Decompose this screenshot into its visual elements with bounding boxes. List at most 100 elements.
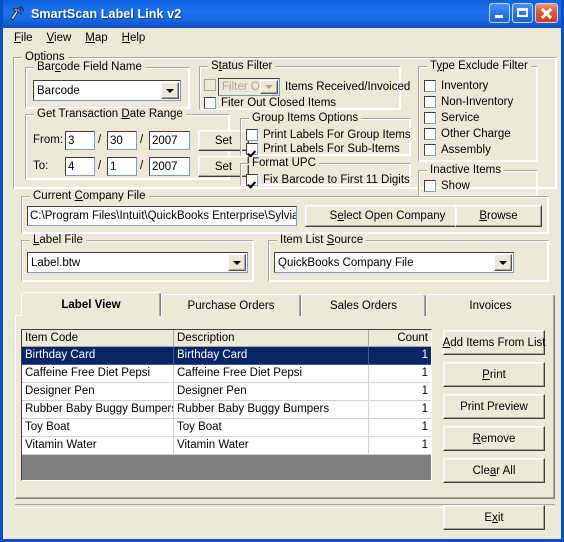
item-list-source-title: Item List Source (277, 234, 367, 246)
print-sub-items-checkbox[interactable]: Print Labels For Sub-Items (246, 143, 400, 155)
print-button[interactable]: Print (443, 362, 545, 387)
table-row[interactable]: Birthday Card Birthday Card 1 (22, 347, 431, 365)
chevron-down-icon[interactable] (161, 82, 179, 99)
grid-header-item-code[interactable]: Item Code (22, 330, 174, 347)
date-from-year[interactable]: 2007 (149, 131, 190, 150)
application-window: SmartScan Label Link v2 File View Map He… (0, 0, 564, 542)
type-exclude-item-assembly[interactable]: Assembly (424, 144, 491, 156)
fix-barcode-label: Fix Barcode to First 11 Digits (263, 174, 410, 186)
maximize-button[interactable] (512, 3, 533, 23)
title-bar: SmartScan Label Link v2 (3, 0, 561, 28)
barcode-field-title: Barcode Field Name (34, 61, 145, 73)
fix-barcode-checkbox[interactable]: Fix Barcode to First 11 Digits (246, 174, 410, 186)
type-exclude-title: Type Exclude Filter (427, 60, 531, 72)
cell-description: Caffeine Free Diet Pepsi (174, 365, 369, 383)
tab-sales-orders[interactable]: Sales Orders (301, 294, 426, 316)
date-from-label: From: (33, 134, 64, 146)
menu-help[interactable]: Help (117, 31, 155, 45)
item-list-source-value: QuickBooks Company File (278, 256, 414, 269)
inactive-show-label: Show (441, 180, 470, 192)
tab-invoices[interactable]: Invoices (426, 294, 555, 316)
filter-closed-items-label: Fiter Out Closed Items (221, 97, 337, 109)
menu-bar: File View Map Help (3, 28, 561, 47)
chevron-down-icon[interactable] (228, 254, 246, 271)
checkbox-box (424, 128, 436, 140)
group-items-title: Group Items Options (249, 112, 362, 124)
cell-description: Vitamin Water (174, 437, 369, 455)
cell-description: Toy Boat (174, 419, 369, 437)
scanner-icon (7, 4, 27, 24)
clear-all-button[interactable]: Cle a r All (443, 458, 545, 483)
menu-map[interactable]: Map (80, 31, 116, 45)
date-to-sep1: / (98, 160, 102, 172)
minimize-button[interactable] (489, 3, 510, 23)
grid-header-description[interactable]: Description (174, 330, 369, 347)
type-exclude-item-non-inventory[interactable]: Non-Inventory (424, 96, 513, 108)
date-from-day[interactable]: 30 (107, 131, 137, 150)
date-from-month[interactable]: 3 (65, 131, 95, 150)
date-to-sep2: / (140, 160, 144, 172)
cell-item-code: Rubber Baby Buggy Bumpers (22, 401, 174, 419)
barcode-field-combo[interactable]: Barcode (33, 80, 181, 101)
cell-count: 1 (369, 347, 431, 365)
date-to-day[interactable]: 1 (107, 157, 137, 176)
table-row[interactable]: Vitamin Water Vitamin Water 1 (22, 437, 431, 455)
remove-button[interactable]: Remove (443, 426, 545, 451)
format-upc-title: Format UPC (249, 157, 319, 169)
cell-count: 1 (369, 365, 431, 383)
window-controls (489, 3, 558, 23)
print-sub-items-label: Print Labels For Sub-Items (263, 143, 400, 155)
cell-count: 1 (369, 401, 431, 419)
inactive-show-checkbox[interactable]: Show (424, 180, 470, 192)
type-exclude-item-inventory[interactable]: Inventory (424, 80, 488, 92)
checkbox-box (204, 79, 216, 91)
type-exclude-item-other-charge[interactable]: Other Charge (424, 128, 511, 140)
status-filter-title: Status Filter (208, 60, 276, 72)
tab-label-view[interactable]: Label View (21, 292, 161, 316)
table-row[interactable]: Rubber Baby Buggy Bumpers Rubber Baby Bu… (22, 401, 431, 419)
add-items-from-list-button[interactable]: Add Items From List (443, 330, 545, 355)
table-row[interactable]: Designer Pen Designer Pen 1 (22, 383, 431, 401)
window-title: SmartScan Label Link v2 (31, 7, 182, 21)
table-row[interactable]: Caffeine Free Diet Pepsi Caffeine Free D… (22, 365, 431, 383)
menu-file[interactable]: File (9, 31, 42, 45)
close-button[interactable] (535, 3, 558, 23)
date-to-label: To: (33, 160, 49, 172)
cell-item-code: Toy Boat (22, 419, 174, 437)
type-exclude-label: Service (441, 112, 480, 124)
cell-item-code: Caffeine Free Diet Pepsi (22, 365, 174, 383)
date-to-year[interactable]: 2007 (149, 157, 190, 176)
exit-button[interactable]: Ex it (443, 505, 545, 530)
grid-header-count[interactable]: Count (369, 330, 431, 347)
print-preview-button[interactable]: Print Preview (443, 394, 545, 419)
cell-item-code: Designer Pen (22, 383, 174, 401)
date-to-month[interactable]: 4 (65, 157, 95, 176)
date-from-sep2: / (140, 134, 144, 146)
type-exclude-item-service[interactable]: Service (424, 112, 479, 124)
browse-button[interactable]: Browse (455, 205, 542, 227)
print-group-items-checkbox[interactable]: Print Labels For Group Items (246, 129, 411, 141)
company-file-path-input[interactable]: C:\Program Files\Intuit\QuickBooks Enter… (27, 206, 297, 226)
checkbox-box (424, 180, 436, 192)
filter-closed-items-checkbox[interactable]: Fiter Out Closed Items (204, 97, 336, 109)
cell-count: 1 (369, 437, 431, 455)
select-open-company-button[interactable]: Se lect Open Company (305, 205, 470, 227)
type-exclude-label: Non-Inventory (441, 96, 514, 108)
label-file-title: Label File (30, 234, 86, 246)
status-filter-combo[interactable]: Filter Out (218, 78, 280, 96)
type-exclude-label: Inventory (441, 80, 489, 92)
chevron-down-icon[interactable] (494, 254, 512, 271)
cell-description: Birthday Card (174, 347, 369, 365)
cell-item-code: Vitamin Water (22, 437, 174, 455)
items-grid[interactable]: Item Code Description Count Birthday Car… (21, 329, 432, 481)
chevron-down-icon[interactable] (260, 80, 278, 94)
menu-view[interactable]: View (42, 31, 81, 45)
table-row[interactable]: Toy Boat Toy Boat 1 (22, 419, 431, 437)
items-received-label: Items Received/Invoiced (285, 81, 411, 93)
label-file-combo[interactable]: Label.btw (27, 252, 248, 273)
tab-purchase-orders[interactable]: Purchase Orders (161, 294, 301, 316)
cell-count: 1 (369, 419, 431, 437)
cell-item-code: Birthday Card (22, 347, 174, 365)
item-list-source-combo[interactable]: QuickBooks Company File (274, 252, 514, 273)
print-group-items-label: Print Labels For Group Items (263, 129, 411, 141)
